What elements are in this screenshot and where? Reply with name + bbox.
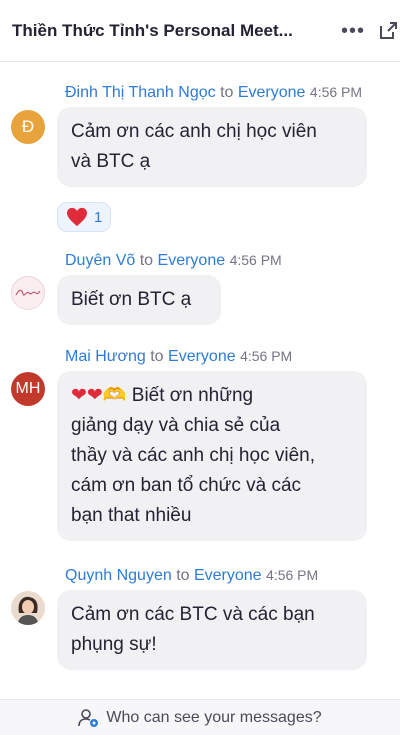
avatar-initials: MH xyxy=(15,380,41,397)
message-meta: Mai Hương to Everyone 4:56 PM xyxy=(65,348,292,366)
message-line: Biết ơn BTC ạ xyxy=(71,289,192,310)
message-meta: Duyên Võ to Everyone 4:56 PM xyxy=(65,252,282,270)
to-label: to xyxy=(139,252,154,269)
message-visibility-bar[interactable]: Who can see your messages? xyxy=(0,699,400,735)
sender-name[interactable]: Đinh Thị Thanh Ngọc xyxy=(65,84,216,101)
message-line: Cảm ơn các BTC và các bạn xyxy=(71,604,315,625)
message-line: phụng sự! xyxy=(71,634,157,655)
chat-message-list[interactable]: Đinh Thị Thanh Ngọc to Everyone 4:56 PM … xyxy=(0,62,400,699)
recipient-name: Everyone xyxy=(237,84,306,101)
more-horizontal-icon[interactable]: ••• xyxy=(340,19,366,43)
avatar-logo-icon xyxy=(15,289,41,296)
avatar-initials: Đ xyxy=(21,117,35,136)
timestamp: 4:56 PM xyxy=(266,567,319,583)
message-bubble[interactable]: ❤❤🫶 Biết ơn những giảng dạy và chia sẻ c… xyxy=(57,371,367,541)
timestamp: 4:56 PM xyxy=(229,252,282,268)
recipient-name: Everyone xyxy=(193,567,262,584)
avatar xyxy=(11,276,45,310)
message-line: Cảm ơn các anh chị học viên xyxy=(71,121,317,142)
message-line: thầy và các anh chị học viên, xyxy=(71,445,315,466)
message-bubble[interactable]: Cảm ơn các anh chị học viên và BTC ạ xyxy=(57,107,367,187)
message-bubble[interactable]: Cảm ơn các BTC và các bạn phụng sự! xyxy=(57,590,367,670)
recipient-name: Everyone xyxy=(168,348,236,365)
heart-icon xyxy=(67,207,87,227)
to-label: to xyxy=(150,348,164,365)
to-label: to xyxy=(176,567,190,584)
sender-name[interactable]: Duyên Võ xyxy=(65,252,135,269)
timestamp: 4:56 PM xyxy=(309,84,363,100)
message-text: Biết ơn những xyxy=(131,385,254,406)
user-photo-icon xyxy=(11,591,45,625)
chat-title: Thiền Thức Tỉnh's Personal Meet... xyxy=(12,20,293,40)
message-meta: Đinh Thị Thanh Ngọc to Everyone 4:56 PM xyxy=(65,84,362,102)
timestamp: 4:56 PM xyxy=(240,348,293,364)
people-visibility-icon xyxy=(78,708,99,727)
sender-name[interactable]: Mai Hương xyxy=(65,348,146,365)
message-line: cám ơn ban tổ chức và các xyxy=(71,475,302,496)
sender-name[interactable]: Quynh Nguyen xyxy=(65,567,172,584)
avatar: MH xyxy=(11,372,45,406)
message-line: giảng dạy và chia sẻ của xyxy=(71,415,281,436)
reaction-count: 1 xyxy=(94,208,103,226)
reaction-badge[interactable]: 1 xyxy=(57,202,112,232)
message-line: và BTC ạ xyxy=(71,151,151,172)
avatar: Đ xyxy=(11,110,45,144)
visibility-label[interactable]: Who can see your messages? xyxy=(106,709,321,727)
recipient-name: Everyone xyxy=(157,252,226,269)
to-label: to xyxy=(220,84,234,101)
message-meta: Quynh Nguyen to Everyone 4:56 PM xyxy=(65,567,318,585)
message-line: ❤❤🫶 Biết ơn những xyxy=(71,381,353,411)
emoji-hearts-hands-icon: ❤❤🫶 xyxy=(71,385,127,406)
popout-icon[interactable] xyxy=(377,20,399,42)
chat-header: Thiền Thức Tỉnh's Personal Meet... ••• xyxy=(0,0,400,62)
avatar xyxy=(11,591,45,625)
message-line: bạn that nhiều xyxy=(71,505,192,526)
message-bubble[interactable]: Biết ơn BTC ạ xyxy=(57,275,221,325)
